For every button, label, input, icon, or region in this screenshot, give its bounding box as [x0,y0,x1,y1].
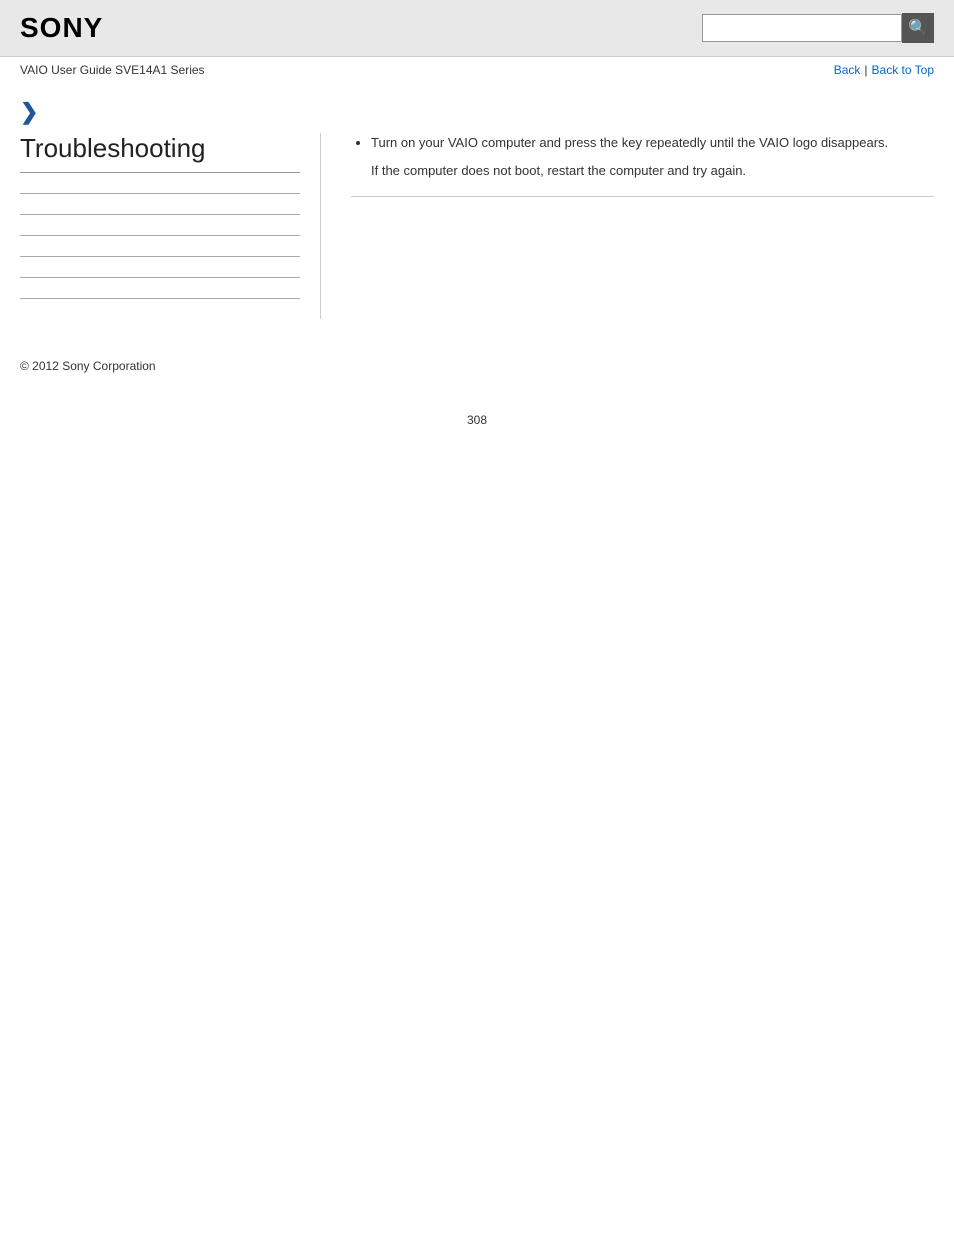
sidebar-title: Troubleshooting [20,133,300,173]
sidebar-divider-2 [20,214,300,215]
sidebar-divider-5 [20,277,300,278]
back-to-top-link[interactable]: Back to Top [872,63,934,77]
content-sub-text: If the computer does not boot, restart t… [371,161,934,181]
sidebar-divider-1 [20,193,300,194]
bullet-text: Turn on your VAIO computer and press the… [371,135,888,150]
sony-logo: SONY [20,12,103,44]
page-number: 308 [0,393,954,447]
search-area: 🔍 [702,13,934,43]
chevron-right-icon: ❯ [20,99,38,124]
content-separator [351,196,934,197]
sidebar-divider-4 [20,256,300,257]
sidebar-divider-3 [20,235,300,236]
chevron-area: ❯ [0,83,954,133]
sidebar: Troubleshooting [20,133,320,319]
back-link[interactable]: Back [834,63,861,77]
search-button[interactable]: 🔍 [902,13,934,43]
list-item: Turn on your VAIO computer and press the… [371,133,934,153]
search-icon: 🔍 [908,18,928,38]
nav-separator: | [864,63,867,77]
search-input[interactable] [702,14,902,42]
main-content: Troubleshooting Turn on your VAIO comput… [0,133,954,319]
nav-links: Back | Back to Top [834,63,934,77]
breadcrumb: VAIO User Guide SVE14A1 Series [20,63,205,77]
content-list: Turn on your VAIO computer and press the… [351,133,934,153]
content-area: Turn on your VAIO computer and press the… [320,133,934,319]
page-header: SONY 🔍 [0,0,954,57]
footer: © 2012 Sony Corporation [0,319,954,393]
sidebar-divider-6 [20,298,300,299]
nav-bar: VAIO User Guide SVE14A1 Series Back | Ba… [0,57,954,83]
copyright-text: © 2012 Sony Corporation [20,359,156,373]
